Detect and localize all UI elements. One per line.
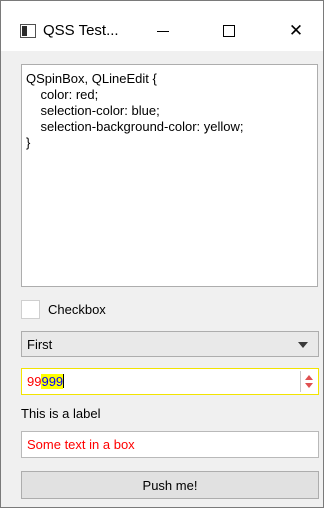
stylesheet-text: QSpinBox, QLineEdit { color: red; select…: [26, 71, 244, 150]
minimize-button[interactable]: [140, 11, 186, 51]
window-title: QSS Test...: [43, 22, 119, 39]
stylesheet-editor[interactable]: QSpinBox, QLineEdit { color: red; select…: [21, 64, 318, 287]
combo-box[interactable]: First: [21, 331, 319, 357]
spin-up-arrow-icon[interactable]: [305, 375, 313, 380]
minimize-icon: [157, 30, 169, 32]
line-edit-value: Some text in a box: [27, 437, 135, 452]
push-button-label: Push me!: [142, 477, 198, 493]
chevron-down-icon[interactable]: [298, 342, 308, 348]
static-label: This is a label: [21, 406, 101, 421]
text-caret: [63, 374, 65, 388]
main-window: QSS Test... ✕ QSpinBox, QLineEdit { colo…: [0, 0, 324, 508]
spin-down-arrow-icon[interactable]: [305, 383, 313, 388]
spin-box[interactable]: 99999: [21, 368, 319, 395]
spin-stepper[interactable]: [300, 369, 318, 394]
checkbox-box[interactable]: [21, 300, 40, 319]
spin-box-selected-text: 999: [41, 374, 64, 389]
title-bar[interactable]: QSS Test... ✕: [1, 1, 323, 51]
maximize-button[interactable]: [206, 11, 252, 51]
line-edit[interactable]: Some text in a box: [21, 431, 319, 458]
push-button[interactable]: Push me!: [21, 471, 319, 499]
spin-box-text: 99: [27, 374, 42, 389]
app-window-icon: [20, 24, 36, 38]
spin-box-value[interactable]: 99999: [27, 374, 65, 389]
close-button[interactable]: ✕: [273, 11, 319, 51]
checkbox[interactable]: Checkbox: [21, 299, 221, 321]
maximize-icon: [223, 25, 235, 37]
checkbox-label: Checkbox: [48, 302, 106, 317]
combo-selected-value: First: [27, 337, 53, 352]
close-icon: ✕: [288, 21, 304, 40]
